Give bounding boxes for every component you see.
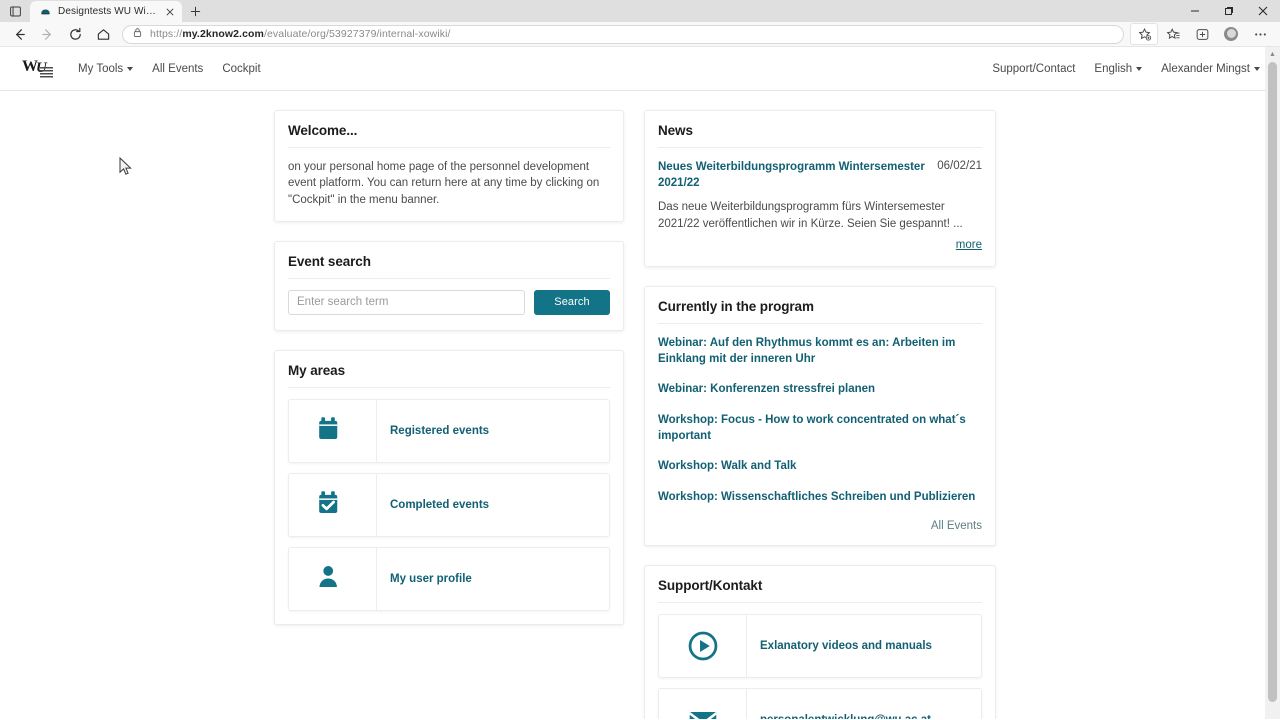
chevron-down-icon [127,66,134,71]
profile-avatar-icon[interactable] [1217,23,1245,45]
news-more-link[interactable]: more [658,235,982,253]
person-icon [289,547,377,610]
news-item-text: Das neue Weiterbildungsprogramm fürs Win… [658,201,963,230]
secondary-nav: Support/Contact English Alexander Mingst [992,63,1260,75]
window-controls [1178,0,1280,22]
browser-window: Designtests WU Wien https://my.2know2.co… [0,0,1280,720]
scroll-up-arrow-icon[interactable]: ▲ [1265,47,1280,62]
search-input[interactable] [288,289,525,315]
program-item[interactable]: Webinar: Auf den Rhythmus kommt es an: A… [658,335,982,368]
window-close-button[interactable] [1246,0,1280,22]
refresh-icon[interactable] [62,24,88,45]
forward-arrow-icon[interactable] [34,24,60,45]
program-item[interactable]: Workshop: Wissenschaftliches Schreiben u… [658,489,982,505]
news-more-label: more [955,238,982,251]
home-icon[interactable] [90,24,116,45]
welcome-card-text: on your personal home page of the person… [288,161,600,206]
news-item-title[interactable]: Neues Weiterbildungsprogramm Wintersemes… [658,159,929,191]
site-navbar: W U My Tools All Events Cockpit Support/… [0,47,1280,91]
nav-item-all-events[interactable]: All Events [152,63,203,75]
add-favorite-icon[interactable] [1130,23,1158,45]
event-search-row: Search [288,289,610,317]
search-button[interactable]: Search [534,289,610,315]
news-item-date: 06/02/21 [937,160,982,172]
program-all-events-link[interactable]: All Events [658,519,982,532]
page-favicon [39,6,51,18]
news-card-title: News [658,111,982,148]
nav-label: Cockpit [222,62,261,75]
tile-label: Completed events [390,498,490,511]
program-item[interactable]: Workshop: Focus - How to work concentrat… [658,412,982,445]
primary-nav: My Tools All Events Cockpit [78,63,261,75]
welcome-card: Welcome... on your personal home page of… [274,110,624,222]
event-search-title: Event search [288,242,610,279]
more-options-icon[interactable] [1246,23,1274,45]
tab-title: Designtests WU Wien [58,6,157,17]
program-item[interactable]: Webinar: Konferenzen stressfrei planen [658,381,982,397]
nav-item-user-menu[interactable]: Alexander Mingst [1161,63,1260,75]
nav-item-language[interactable]: English [1094,62,1143,75]
program-item[interactable]: Workshop: Walk and Talk [658,458,982,474]
news-item-header: Neues Weiterbildungsprogramm Wintersemes… [658,159,982,191]
tile-my-user-profile[interactable]: My user profile [288,546,610,611]
nav-label: All Events [152,62,204,75]
left-column: Welcome... on your personal home page of… [274,110,624,719]
nav-label: My Tools [78,62,124,75]
tab-close-icon[interactable] [164,6,176,18]
tile-contact-email[interactable]: personalentwicklung@wu.ac.at [658,687,982,719]
envelope-icon [659,688,747,719]
tile-label: personalentwicklung@wu.ac.at [747,689,931,719]
browser-essentials-icon[interactable] [1188,23,1216,45]
toolbar-right-icons [1130,23,1274,45]
tile-label: My user profile [390,572,472,585]
calendar-check-icon [289,473,377,536]
nav-item-my-tools[interactable]: My Tools [78,62,134,75]
calendar-icon [289,399,377,462]
right-column: News Neues Weiterbildungsprogramm Winter… [644,110,996,719]
back-arrow-icon[interactable] [6,24,32,45]
browser-toolbar: https://my.2know2.com/evaluate/org/53927… [0,22,1280,47]
window-maximize-button[interactable] [1212,0,1246,22]
event-search-card: Event search Search [274,240,624,331]
tile-label: Exlanatory videos and manuals [760,639,932,652]
program-card: Currently in the program Webinar: Auf de… [644,285,996,546]
page-viewport: W U My Tools All Events Cockpit Support/… [0,47,1280,719]
window-minimize-button[interactable] [1178,0,1212,22]
lock-icon [132,25,143,43]
browser-titlebar: Designtests WU Wien [0,0,1280,22]
scrollbar-thumb[interactable] [1268,62,1277,702]
tab-search-icon[interactable] [0,0,30,22]
tile-label: Registered events [390,424,490,437]
wu-logo[interactable]: W U [22,56,64,82]
browser-tab[interactable]: Designtests WU Wien [30,1,182,22]
address-bar-url: https://my.2know2.com/evaluate/org/53927… [150,28,451,40]
tile-registered-events[interactable]: Registered events [288,398,610,463]
support-card-title: Support/Kontakt [658,566,982,603]
tile-explanatory-videos[interactable]: Exlanatory videos and manuals [658,613,982,678]
collections-icon[interactable] [1159,23,1187,45]
nav-label: Support/Contact [992,62,1076,75]
page-scrollbar[interactable]: ▲ [1265,47,1280,719]
my-areas-title: My areas [288,351,610,388]
nav-label: English [1094,62,1133,75]
news-card: News Neues Weiterbildungsprogramm Winter… [644,110,996,267]
page-content: Welcome... on your personal home page of… [0,91,1280,719]
address-bar[interactable]: https://my.2know2.com/evaluate/org/53927… [122,24,1124,44]
program-card-title: Currently in the program [658,287,982,324]
play-circle-icon [659,614,747,677]
welcome-card-title: Welcome... [288,111,610,148]
chevron-down-icon [1254,66,1260,71]
chevron-down-icon [1136,66,1143,71]
nav-item-cockpit[interactable]: Cockpit [222,63,260,75]
new-tab-button[interactable] [182,1,208,22]
nav-label: Alexander Mingst [1161,62,1250,75]
nav-item-support-contact[interactable]: Support/Contact [992,63,1075,75]
support-card: Support/Kontakt Exlanatory videos and ma… [644,564,996,719]
my-areas-card: My areas Registered events Completed eve… [274,349,624,625]
tile-completed-events[interactable]: Completed events [288,472,610,537]
